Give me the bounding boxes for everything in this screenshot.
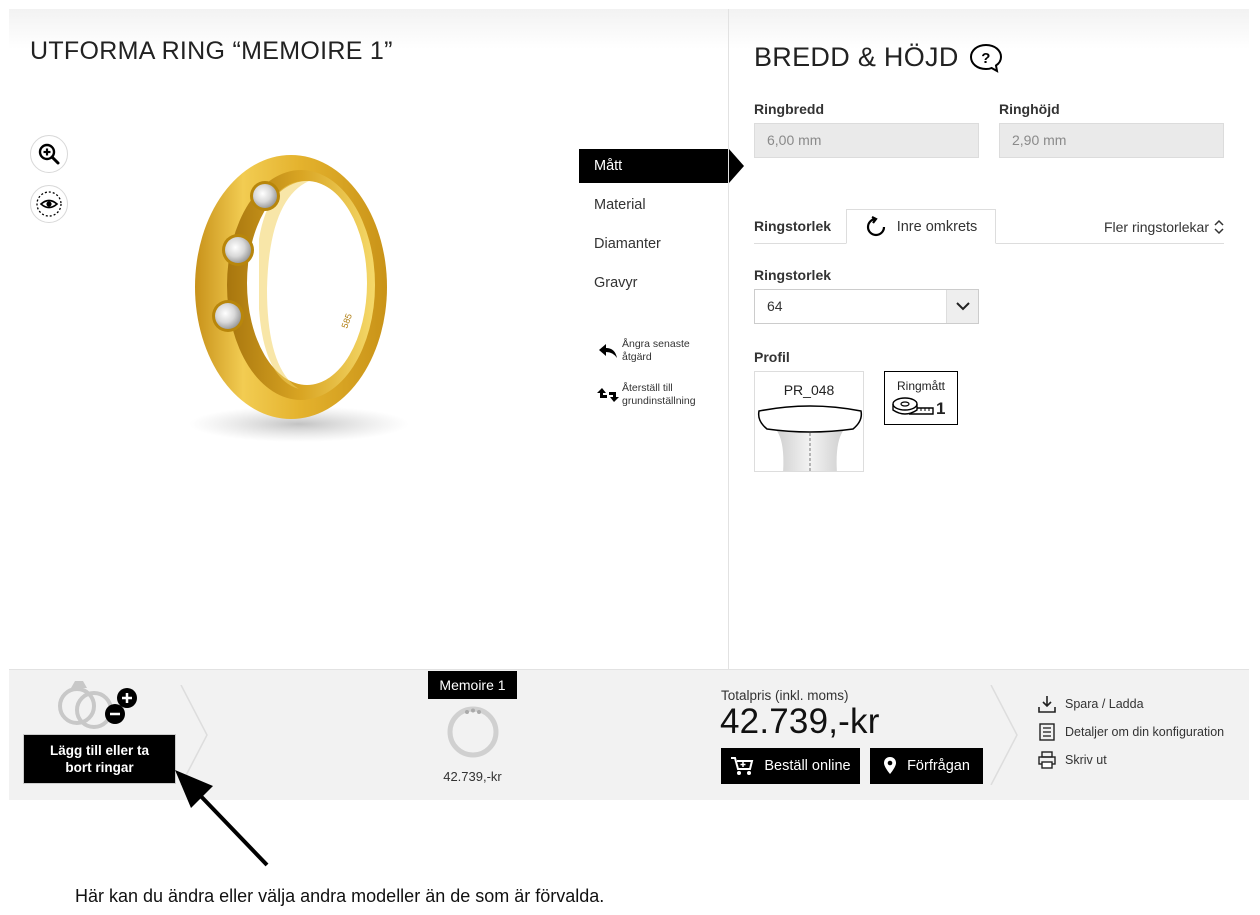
help-icon[interactable]: ? <box>969 43 1003 73</box>
undo-icon <box>594 343 622 359</box>
undo-label-1: Ångra senaste <box>622 338 690 350</box>
tab-diamanter[interactable]: Diamanter <box>579 227 744 261</box>
tape-measure-icon <box>892 397 934 415</box>
settings-panel: BREDD & HÖJD ? Ringbredd 6,00 mm Ringhöj… <box>729 9 1249 669</box>
ring-size-value: 64 <box>767 298 783 314</box>
section-title: BREDD & HÖJD ? <box>754 42 1003 73</box>
ring-width-field: 6,00 mm <box>754 123 979 158</box>
save-load-link[interactable]: Spara / Ladda <box>1037 695 1144 713</box>
ring-height-field: 2,90 mm <box>999 123 1224 158</box>
profile-option[interactable]: PR_048 <box>754 371 864 472</box>
undo-label-2: åtgärd <box>622 351 652 363</box>
ring-height-label: Ringhöjd <box>999 101 1060 117</box>
inquiry-button[interactable]: Förfrågan <box>870 748 983 784</box>
inquiry-label: Förfrågan <box>907 758 970 774</box>
ring-size-select[interactable]: 64 <box>754 289 979 324</box>
tab-inner-circumference[interactable]: Inre omkrets <box>846 209 996 244</box>
configurator: UTFORMA RING “MEMOIRE 1” 585 Mått Materi… <box>9 9 1249 800</box>
view-button[interactable] <box>30 185 68 223</box>
chevron-separator-icon <box>990 685 1018 785</box>
ring-size-tabs: Ringstorlek Inre omkrets Fler ringstorle… <box>754 209 1224 244</box>
reset-label-2: grundinställning <box>622 395 696 407</box>
ring-measure-number: 1 <box>936 399 946 418</box>
location-pin-icon <box>884 757 897 774</box>
order-online-label: Beställ online <box>764 758 851 774</box>
model-ring-icon[interactable] <box>443 702 503 762</box>
download-icon <box>1037 695 1057 713</box>
order-online-button[interactable]: Beställ online <box>721 748 860 784</box>
profile-name: PR_048 <box>783 382 835 398</box>
profile-label: Profil <box>754 349 790 365</box>
undo-button[interactable]: Ångra senaste åtgärd <box>594 338 690 364</box>
print-link[interactable]: Skriv ut <box>1037 751 1107 769</box>
save-load-label: Spara / Ladda <box>1065 697 1144 711</box>
total-price: 42.739,-kr <box>720 702 880 741</box>
svg-text:?: ? <box>981 50 990 67</box>
tab-inner-circumference-label: Inre omkrets <box>896 218 978 235</box>
model-price: 42.739,-kr <box>443 769 502 784</box>
reset-label-1: Återställ till <box>622 382 673 394</box>
preview-panel: UTFORMA RING “MEMOIRE 1” 585 Mått Materi… <box>9 9 744 669</box>
sort-icon <box>1214 219 1224 235</box>
print-label: Skriv ut <box>1065 753 1107 767</box>
ring-size-tab-label[interactable]: Ringstorlek <box>754 218 831 234</box>
add-remove-label-1: Lägg till eller ta <box>49 743 150 758</box>
list-icon <box>1037 723 1057 741</box>
pointer-arrow <box>175 770 269 867</box>
more-ring-sizes-button[interactable]: Fler ringstorlekar <box>1104 219 1224 235</box>
config-tabs: Mått Material Diamanter Gravyr <box>579 149 744 305</box>
caption-text: Här kan du ändra eller välja andra model… <box>75 886 605 906</box>
eye-icon <box>36 191 62 217</box>
add-remove-label-2: bort ringar <box>65 760 134 775</box>
printer-icon <box>1037 751 1057 769</box>
total-price-label: Totalpris (inkl. moms) <box>721 688 849 703</box>
tab-gravyr[interactable]: Gravyr <box>579 266 744 300</box>
rings-add-remove-icon <box>58 681 137 729</box>
profile-shape <box>757 405 863 471</box>
zoom-in-icon <box>38 143 60 165</box>
reset-button[interactable]: Återställ till grundinställning <box>594 382 696 408</box>
ring-measure-label: Ringmått <box>896 379 946 393</box>
add-remove-rings-button[interactable]: Lägg till eller ta bort ringar <box>24 735 175 783</box>
model-tag[interactable]: Memoire 1 <box>428 671 517 699</box>
ring-width-label: Ringbredd <box>754 101 824 117</box>
chevron-down-icon <box>946 290 978 323</box>
ring-size-label: Ringstorlek <box>754 267 832 283</box>
circumference-icon <box>866 215 885 236</box>
configuration-details-link[interactable]: Detaljer om din konfiguration <box>1037 723 1224 741</box>
page-title: UTFORMA RING “MEMOIRE 1” <box>30 37 393 65</box>
zoom-button[interactable] <box>30 135 68 173</box>
ring-image: 585 <box>159 139 419 449</box>
configuration-details-label: Detaljer om din konfiguration <box>1065 725 1225 739</box>
section-title-text: BREDD & HÖJD <box>754 42 959 72</box>
reset-icon <box>594 387 622 403</box>
more-ring-sizes-label: Fler ringstorlekar <box>1103 219 1209 235</box>
tab-matt[interactable]: Mått <box>579 149 744 183</box>
cart-icon <box>731 757 754 775</box>
tab-material[interactable]: Material <box>579 188 744 222</box>
ring-measure-option[interactable]: Ringmått 1 <box>884 371 958 425</box>
